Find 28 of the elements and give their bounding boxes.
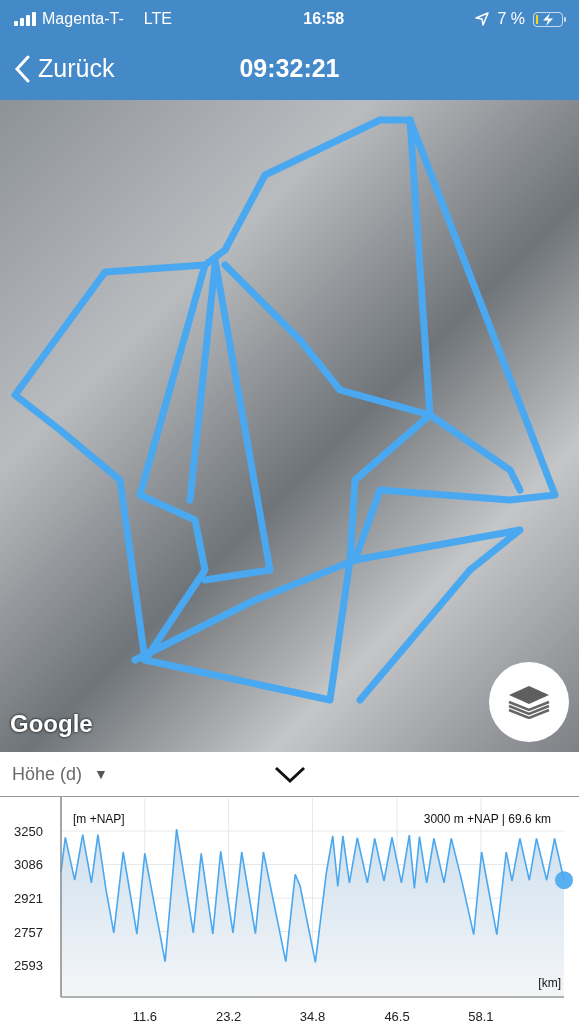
x-tick-label: 11.6 [132, 1009, 157, 1024]
position-marker[interactable] [555, 871, 573, 890]
x-tick-label: 46.5 [384, 1009, 410, 1024]
battery-charging-icon [533, 11, 567, 27]
status-time: 16:58 [303, 9, 345, 29]
layers-icon [507, 685, 551, 719]
y-tick-label: 2757 [14, 924, 43, 940]
y-axis-unit: [m +NAP] [73, 812, 125, 826]
x-tick-label: 23.2 [216, 1009, 242, 1024]
back-button[interactable]: Zurück [10, 50, 240, 88]
y-tick-label: 2593 [14, 958, 43, 973]
y-tick-label: 2921 [14, 891, 43, 907]
x-tick-label: 58.1 [468, 1009, 494, 1024]
carrier-name: Magenta-T- [42, 9, 124, 29]
chevron-down-icon [273, 765, 306, 784]
battery-percent: 7 % [497, 9, 525, 29]
cursor-readout: 3000 m +NAP | 69.6 km [423, 812, 551, 826]
y-tick-label: 3250 [14, 824, 43, 840]
map-attribution: Google [10, 709, 93, 739]
metric-dropdown[interactable]: Höhe (d) ▼ [12, 760, 274, 788]
x-tick-label: 34.8 [299, 1009, 326, 1024]
y-tick-label: 3086 [14, 857, 43, 873]
location-arrow-icon [475, 12, 490, 26]
x-axis-unit: [km] [538, 976, 561, 990]
screen-title: 09:32:21 [239, 53, 340, 85]
network-type: LTE [143, 9, 172, 29]
signal-icon [14, 12, 38, 26]
back-chevron-icon [14, 55, 30, 83]
